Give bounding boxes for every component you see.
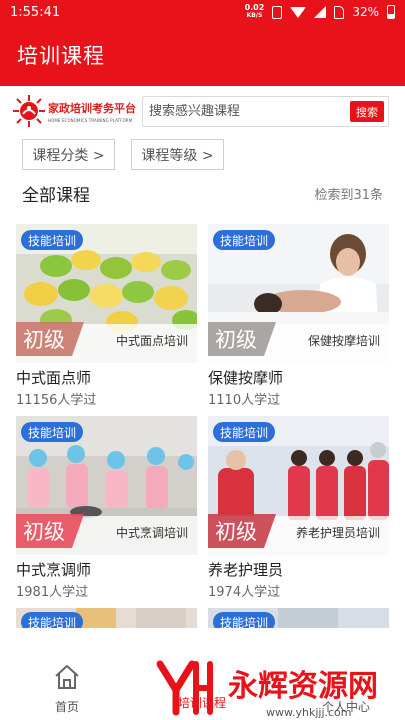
course-caption: 养老护理员培训 [295,526,380,540]
logo-name-en: HOME ECONOMICS TRAINING PLATFORM [48,117,133,123]
net-speed: 0.02 KB/S [245,4,265,20]
section-title: 全部课程 [22,186,90,206]
course-card[interactable]: 初级 中式面点培训 技能培训 中式面点师 11156人学过 [16,224,197,408]
search-row: 家政培训考务平台 HOME ECONOMICS TRAINING PLATFOR… [0,86,405,134]
skill-training-badge: 技能培训 [213,422,276,442]
logo-name-cn: 家政培训考务平台 [48,101,136,115]
status-time: 1:55:41 [10,4,61,20]
nav-home[interactable]: 首页 [45,664,89,715]
course-learners: 1110人学过 [208,393,281,408]
skill-training-badge: 技能培训 [213,612,276,628]
battery-icon [387,5,395,19]
skill-training-badge: 技能培训 [213,230,276,250]
course-image[interactable]: 初级 保健按摩培训 技能培训 [208,224,389,363]
course-card[interactable]: 技能培训 [208,608,389,628]
wifi-icon [290,6,307,18]
course-title[interactable]: 养老护理员 [208,559,389,580]
course-level-filter[interactable]: 课程等级 > [131,139,224,170]
net-speed-value: 0.02 [244,3,265,12]
course-card[interactable]: 技能培训 [16,608,197,628]
nav-profile[interactable]: 个人中心 [316,698,376,715]
status-icons: 0.02 KB/S 32% [245,4,395,20]
skill-training-badge: 技能培训 [21,422,84,442]
level-tag: 初级 [208,322,276,356]
signal-icon [314,6,327,18]
course-caption: 保健按摩培训 [307,334,380,348]
app-header: 培训课程 [0,24,405,86]
course-image[interactable]: 初级 中式面点培训 技能培训 [16,224,197,363]
course-title[interactable]: 中式烹调师 [16,559,197,580]
nav-training[interactable]: 培训课程 [168,664,236,711]
course-image[interactable]: 技能培训 [208,608,389,628]
level-tag: 初级 [16,514,84,548]
course-card[interactable]: 初级 养老护理员培训 技能培训 养老护理员 1974人学过 [208,416,389,600]
platform-logo: 家政培训考务平台 HOME ECONOMICS TRAINING PLATFOR… [12,94,136,128]
home-icon [55,665,79,689]
battery-percent: 32% [352,5,379,19]
level-tag: 初级 [208,514,276,548]
course-caption: 中式烹调培训 [115,526,188,540]
no-sim-icon [334,5,345,19]
logo-sun-icon [13,95,45,127]
course-title[interactable]: 中式面点师 [16,367,197,388]
level-text: 初级 [215,520,257,544]
result-count: 检索到31条 [314,188,383,203]
level-text: 初级 [23,520,65,544]
course-category-filter[interactable]: 课程分类 > [22,139,115,170]
bottom-nav: 首页 培训课程 个人中心 [0,648,405,720]
nav-home-label: 首页 [54,700,79,714]
course-caption: 中式面点培训 [115,334,188,348]
course-title[interactable]: 保健按摩师 [208,367,389,388]
search-button[interactable]: 搜索 [350,101,384,122]
course-card[interactable]: 初级 中式烹调培训 技能培训 中式烹调师 1981人学过 [16,416,197,600]
course-image[interactable]: 初级 养老护理员培训 技能培训 [208,416,389,555]
level-text: 初级 [215,328,257,352]
search-box: 搜索 [142,96,389,127]
status-bar: 1:55:41 0.02 KB/S 32% [0,0,405,24]
course-learners: 1974人学过 [208,585,281,600]
skill-training-badge: 技能培训 [21,230,84,250]
course-learners: 11156人学过 [16,393,97,408]
page-title: 培训课程 [17,44,105,68]
vibrate-icon [272,5,283,19]
level-text: 初级 [23,328,65,352]
course-card[interactable]: 初级 保健按摩培训 技能培训 保健按摩师 1110人学过 [208,224,389,408]
level-tag: 初级 [16,322,84,356]
search-input[interactable] [143,97,350,126]
nav-training-label: 培训课程 [177,696,226,710]
course-image[interactable]: 初级 中式烹调培训 技能培训 [16,416,197,555]
course-learners: 1981人学过 [16,585,89,600]
course-image[interactable]: 技能培训 [16,608,197,628]
skill-training-badge: 技能培训 [21,612,84,628]
net-speed-unit: KB/S [246,12,263,19]
